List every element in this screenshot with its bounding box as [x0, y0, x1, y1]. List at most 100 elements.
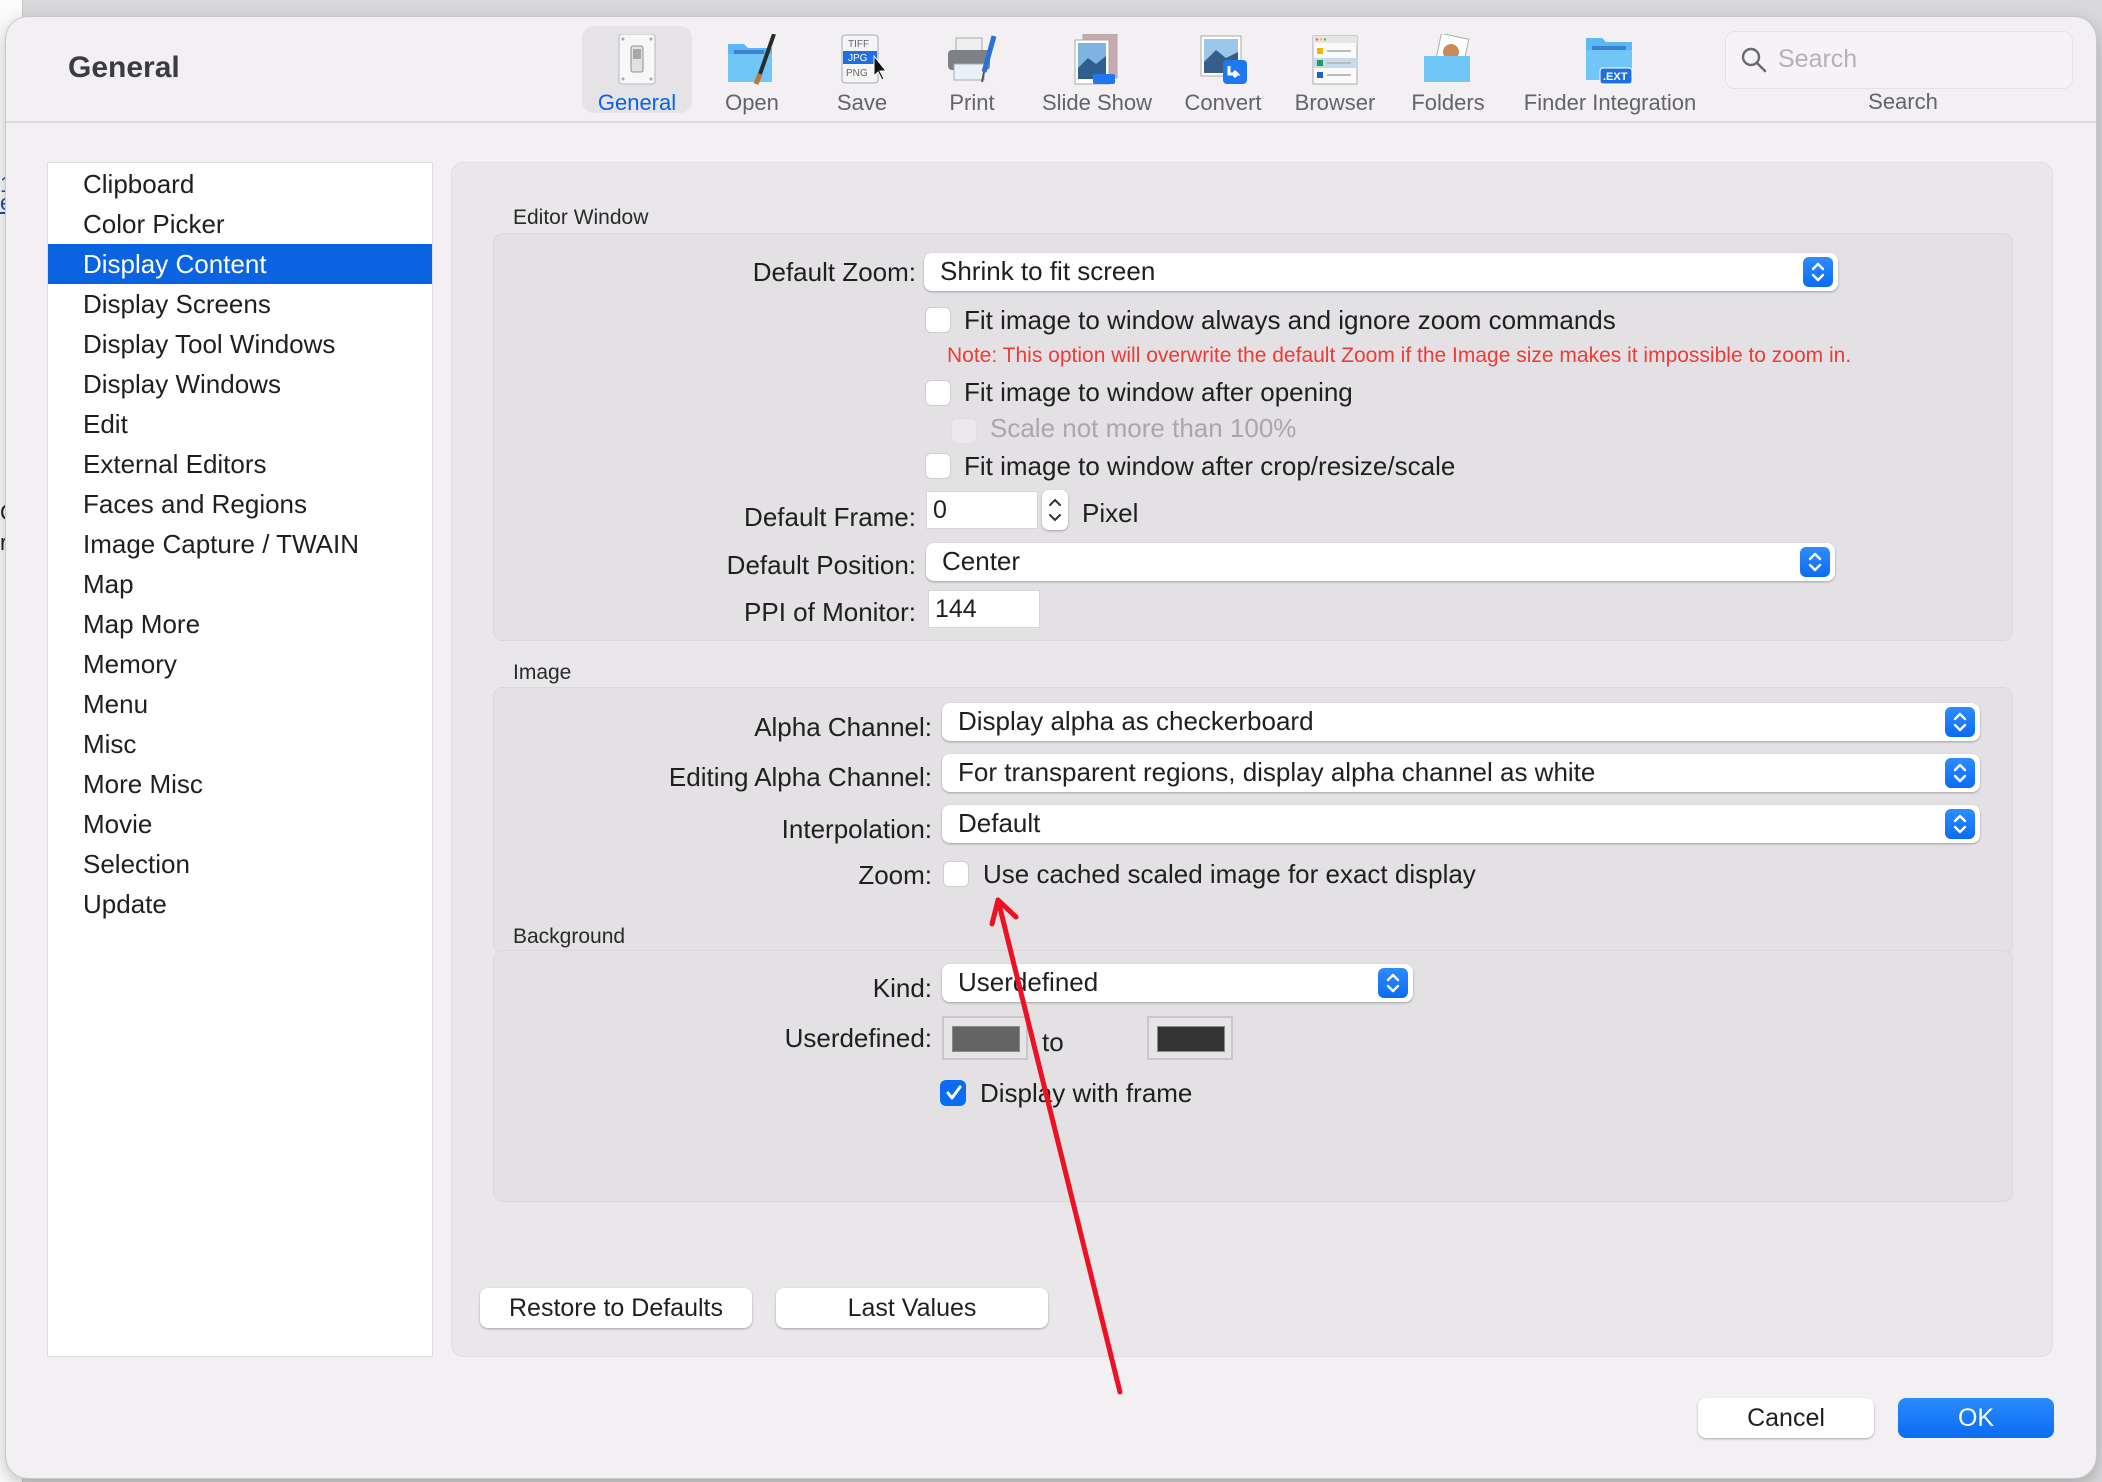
ok-button[interactable]: OK: [1898, 1398, 2054, 1438]
file-formats-icon: TIFF JPG PNG: [841, 34, 888, 84]
userdefined-label: Userdefined:: [784, 1023, 932, 1053]
stepper-arrows-icon: [1049, 498, 1061, 522]
search-label: Search: [1868, 89, 1938, 114]
chevron-updown-icon: [1945, 758, 1975, 788]
color-well-from[interactable]: [942, 1016, 1028, 1060]
editing-alpha-popup[interactable]: For transparent regions, display alpha c…: [942, 754, 1980, 792]
display-with-frame-label: Display with frame: [980, 1078, 1193, 1108]
sidebar-item-more-misc[interactable]: More Misc: [48, 764, 432, 804]
sidebar-item-external-editors[interactable]: External Editors: [48, 444, 432, 484]
use-cached-scaled-checkbox[interactable]: [943, 861, 969, 887]
sidebar-item-map-more[interactable]: Map More: [48, 604, 432, 644]
sidebar-item-display-windows[interactable]: Display Windows: [48, 364, 432, 404]
sidebar-item-display-tool-windows[interactable]: Display Tool Windows: [48, 324, 432, 364]
sidebar-item-edit[interactable]: Edit: [48, 404, 432, 444]
alpha-channel-popup[interactable]: Display alpha as checkerboard: [942, 703, 1980, 741]
toolbar-convert[interactable]: Convert: [1172, 26, 1274, 115]
checkmark-icon: [946, 1085, 962, 1100]
svg-text:JPG: JPG: [848, 53, 868, 64]
scale-not-more-label: Scale not more than 100%: [990, 413, 1297, 443]
scale-not-more-checkbox: [951, 418, 977, 444]
cancel-button[interactable]: Cancel: [1698, 1398, 1874, 1438]
sidebar-item-update[interactable]: Update: [48, 884, 432, 924]
svg-text:.EXT: .EXT: [1603, 71, 1628, 83]
browser-icon: [1312, 35, 1358, 85]
slideshow-icon: [1074, 34, 1118, 85]
alpha-channel-label: Alpha Channel:: [754, 712, 932, 742]
sidebar-item-image-capture-twain[interactable]: Image Capture / TWAIN: [48, 524, 432, 564]
sidebar-item-display-screens[interactable]: Display Screens: [48, 284, 432, 324]
color-well-to[interactable]: [1147, 1016, 1233, 1060]
sidebar-item-memory[interactable]: Memory: [48, 644, 432, 684]
search-placeholder: Search: [1778, 45, 1858, 73]
convert-icon: [1200, 35, 1247, 84]
sidebar-item-misc[interactable]: Misc: [48, 724, 432, 764]
fit-after-crop-label: Fit image to window after crop/resize/sc…: [964, 451, 1456, 481]
section-label-image: Image: [513, 661, 572, 684]
fit-after-opening-checkbox[interactable]: [925, 380, 951, 406]
default-zoom-label: Default Zoom:: [752, 257, 916, 287]
fit-always-checkbox[interactable]: [925, 307, 951, 333]
ppi-label: PPI of Monitor:: [744, 597, 916, 627]
toolbar-slide-show[interactable]: Slide Show: [1032, 26, 1162, 115]
chevron-updown-icon: [1945, 809, 1975, 839]
toolbar-browser-label: Browser: [1294, 90, 1376, 115]
last-values-button[interactable]: Last Values: [776, 1288, 1048, 1328]
toolbar-browser[interactable]: Browser: [1284, 26, 1386, 115]
kind-popup[interactable]: Userdefined: [942, 964, 1413, 1002]
toolbar-print[interactable]: Print: [922, 26, 1022, 115]
zoom-label: Zoom:: [858, 860, 932, 890]
toolbar-finder-integration-label: Finder Integration: [1523, 90, 1697, 115]
fit-always-label: Fit image to window always and ignore zo…: [964, 305, 1616, 335]
folder-brush-icon: [728, 34, 776, 85]
default-zoom-value: Shrink to fit screen: [940, 256, 1156, 286]
use-cached-scaled-label: Use cached scaled image for exact displa…: [983, 859, 1476, 889]
toolbar-folders[interactable]: Folders: [1396, 26, 1500, 115]
toolbar-convert-label: Convert: [1184, 90, 1262, 115]
toolbar-divider: [6, 121, 2096, 123]
sidebar-item-faces-and-regions[interactable]: Faces and Regions: [48, 484, 432, 524]
to-label: to: [1042, 1027, 1064, 1057]
restore-defaults-button[interactable]: Restore to Defaults: [480, 1288, 752, 1328]
default-zoom-popup[interactable]: Shrink to fit screen: [924, 253, 1838, 291]
sidebar-item-movie[interactable]: Movie: [48, 804, 432, 844]
sidebar-item-clipboard[interactable]: Clipboard: [48, 164, 432, 204]
toolbar-open[interactable]: Open: [702, 26, 802, 115]
zoom-override-note: Note: This option will overwrite the def…: [947, 344, 1852, 367]
default-frame-stepper[interactable]: [1042, 490, 1068, 530]
interpolation-popup[interactable]: Default: [942, 805, 1980, 843]
toolbar-finder-integration[interactable]: .EXT Finder Integration: [1510, 26, 1710, 115]
interpolation-value: Default: [958, 808, 1041, 838]
toolbar-slide-show-label: Slide Show: [1041, 90, 1153, 115]
default-position-popup[interactable]: Center: [926, 543, 1835, 581]
default-frame-unit: Pixel: [1082, 498, 1139, 528]
fit-after-crop-checkbox[interactable]: [925, 453, 951, 479]
section-label-editor-window: Editor Window: [513, 206, 649, 229]
editing-alpha-value: For transparent regions, display alpha c…: [958, 757, 1596, 787]
toolbar-save-label: Save: [836, 90, 888, 115]
search-icon: [1741, 47, 1767, 73]
switch-icon: [618, 34, 656, 85]
default-position-value: Center: [942, 546, 1021, 576]
category-sidebar[interactable]: Clipboard Color Picker Display Content D…: [47, 162, 433, 1357]
sidebar-item-menu[interactable]: Menu: [48, 684, 432, 724]
toolbar-folders-label: Folders: [1411, 90, 1485, 115]
toolbar-save[interactable]: TIFF JPG PNG Save: [812, 26, 912, 115]
sidebar-item-selection[interactable]: Selection: [48, 844, 432, 884]
color-swatch-to: [1157, 1026, 1225, 1052]
default-frame-label: Default Frame:: [744, 502, 916, 532]
ppi-field[interactable]: 144: [928, 590, 1040, 628]
toolbar-general[interactable]: General: [582, 26, 692, 115]
sidebar-item-color-picker[interactable]: Color Picker: [48, 204, 432, 244]
section-label-background: Background: [513, 925, 626, 948]
default-frame-field[interactable]: 0: [926, 491, 1038, 529]
preferences-window: General General Open TIFF JPG PNG Save P…: [6, 17, 2096, 1478]
search-field[interactable]: Search: [1725, 31, 2073, 89]
sidebar-item-display-content[interactable]: Display Content: [48, 244, 432, 284]
kind-value: Userdefined: [958, 967, 1099, 997]
printer-icon: [948, 35, 997, 83]
display-with-frame-checkbox[interactable]: [940, 1080, 966, 1106]
default-position-label: Default Position:: [726, 550, 916, 580]
folders-icon: [1424, 34, 1470, 82]
sidebar-item-map[interactable]: Map: [48, 564, 432, 604]
